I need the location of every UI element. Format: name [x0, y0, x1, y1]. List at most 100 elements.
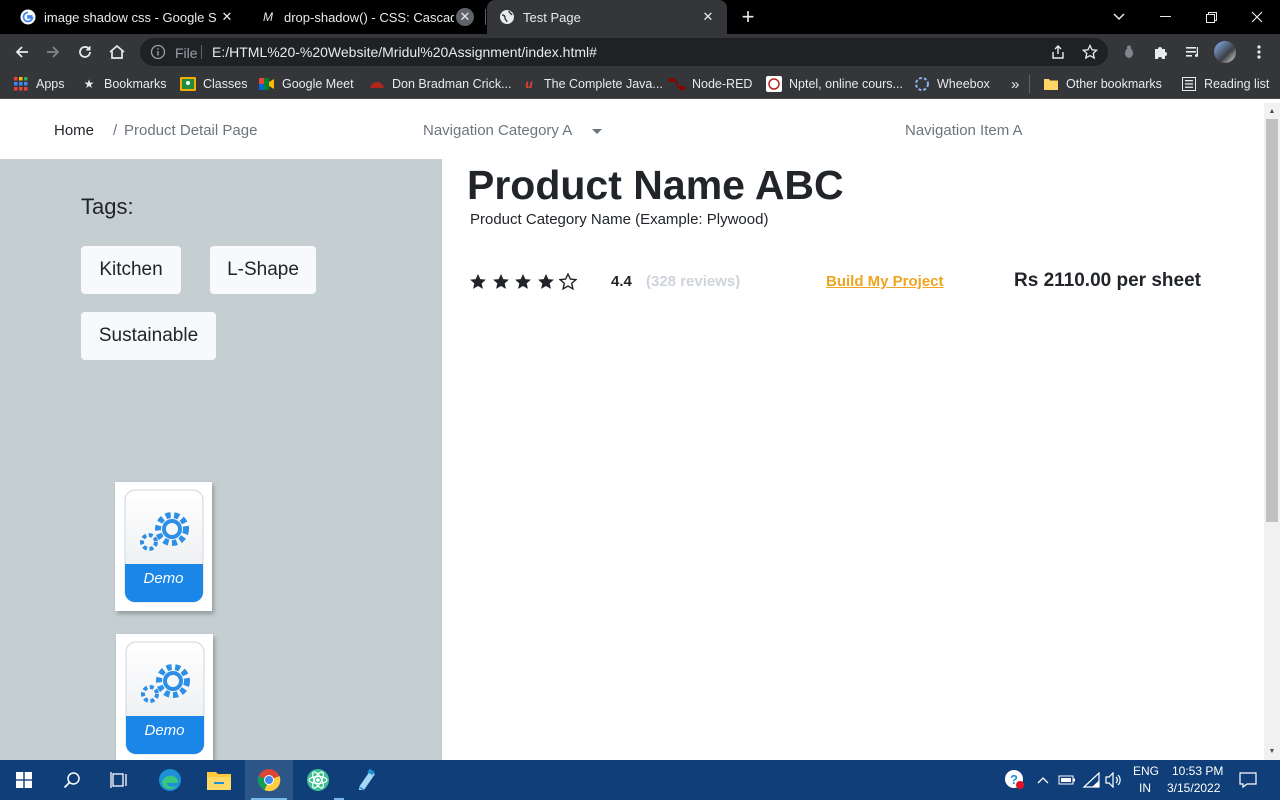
atom-icon[interactable] — [294, 760, 344, 800]
bookmark-label: Bookmarks — [104, 77, 167, 91]
input-language[interactable]: ENG — [1133, 764, 1159, 778]
nav-item-link[interactable]: Navigation Item A — [905, 122, 1023, 139]
build-my-project-link[interactable]: Build My Project — [826, 273, 944, 290]
tab-title: Test Page — [523, 9, 581, 25]
clock-time[interactable]: 10:53 PM — [1172, 764, 1223, 778]
tag-kitchen[interactable]: Kitchen — [81, 246, 181, 294]
file-explorer-icon[interactable] — [195, 760, 243, 800]
folder-icon — [1043, 76, 1059, 92]
udemy-icon: u — [525, 77, 533, 91]
bookmark-complete-java[interactable]: u The Complete Java... — [521, 75, 662, 93]
scroll-up-icon[interactable]: ▲ — [1266, 105, 1278, 117]
tab-test-page[interactable]: Test Page ✕ — [487, 0, 727, 34]
notification-center-icon[interactable] — [1238, 770, 1258, 790]
bookmark-label: Other bookmarks — [1066, 77, 1162, 91]
tags-heading: Tags: — [81, 194, 134, 219]
caret-down-icon[interactable] — [592, 129, 602, 134]
bookmark-label: Nptel, online cours... — [789, 77, 903, 91]
star-bookmark-icon[interactable] — [1082, 44, 1098, 60]
tag-l-shape[interactable]: L-Shape — [210, 246, 316, 294]
tab-search-chevron-icon[interactable] — [1096, 0, 1142, 34]
bookmark-don-bradman[interactable]: Don Bradman Crick... — [369, 75, 511, 93]
close-icon[interactable]: ✕ — [699, 8, 717, 26]
close-icon[interactable]: ✕ — [218, 8, 236, 26]
other-bookmarks-folder[interactable]: Other bookmarks — [1043, 75, 1162, 93]
notepad-icon[interactable] — [343, 760, 391, 800]
bookmark-label: Node-RED — [692, 77, 753, 91]
extension-puzzle-dim-icon[interactable] — [1120, 43, 1138, 61]
extensions-puzzle-icon[interactable] — [1152, 43, 1170, 61]
star-filled-icon — [512, 271, 535, 291]
kebab-menu-icon[interactable] — [1250, 43, 1268, 61]
address-bar[interactable]: File E:/HTML%20-%20Website/Mridul%20Assi… — [140, 38, 1108, 66]
arrow-right-icon — [47, 46, 60, 58]
bookmark-google-meet[interactable]: Google Meet — [259, 75, 354, 93]
bookmark-label: Apps — [36, 77, 65, 91]
forward-button[interactable] — [40, 39, 66, 65]
star-icon: ★ — [83, 77, 95, 91]
help-icon[interactable]: ? — [1004, 770, 1026, 790]
rating-value: 4.4 — [611, 273, 632, 290]
product-sidebar: Tags: Kitchen L-Shape Sustainable Demo D… — [0, 159, 442, 760]
reload-button[interactable] — [72, 39, 98, 65]
bookmarks-divider — [1029, 75, 1030, 93]
breadcrumb-home-link[interactable]: Home — [54, 122, 94, 139]
reload-icon — [79, 46, 91, 58]
bookmarks-overflow-chevron-icon[interactable]: » — [1011, 75, 1019, 93]
demo-image[interactable]: Demo — [115, 482, 212, 611]
input-region[interactable]: IN — [1139, 781, 1151, 795]
info-icon[interactable] — [150, 44, 166, 60]
bookmark-apps[interactable]: Apps — [13, 75, 65, 93]
restore-button[interactable] — [1188, 0, 1234, 34]
star-filled-icon — [490, 271, 513, 291]
url-text[interactable]: E:/HTML%20-%20Website/Mridul%20Assignmen… — [212, 44, 597, 60]
product-name: Product Name ABC — [467, 162, 844, 208]
nav-category-dropdown[interactable]: Navigation Category A — [423, 122, 572, 139]
volume-icon[interactable] — [1104, 770, 1124, 790]
reading-list-icon — [1181, 76, 1197, 92]
product-price: Rs 2110.00 per sheet — [1014, 270, 1201, 291]
page-viewport: Home / Product Detail Page Navigation Ca… — [0, 103, 1264, 760]
home-icon — [109, 44, 125, 59]
bookmark-label: Google Meet — [282, 77, 354, 91]
chevron-up-icon[interactable] — [1033, 770, 1053, 790]
clock-date[interactable]: 3/15/2022 — [1167, 781, 1220, 795]
new-tab-button[interactable]: + — [734, 0, 762, 34]
tag-sustainable[interactable]: Sustainable — [81, 312, 216, 360]
demo-image[interactable]: Demo — [116, 634, 213, 760]
browser-tab-strip: image shadow css - Google Search ✕ M dro… — [0, 0, 1280, 34]
close-icon[interactable]: ✕ — [456, 8, 474, 26]
bookmark-nptel[interactable]: Nptel, online cours... — [766, 75, 903, 93]
bookmark-classes[interactable]: Classes — [180, 75, 247, 93]
bookmark-label: Classes — [203, 77, 248, 91]
demo-label: Demo — [143, 570, 184, 587]
search-icon[interactable] — [48, 760, 96, 800]
windows-start-icon[interactable] — [0, 760, 48, 800]
share-icon[interactable] — [1050, 44, 1066, 60]
scrollbar-thumb[interactable] — [1266, 119, 1278, 522]
profile-avatar[interactable] — [1214, 41, 1236, 63]
media-controls-icon[interactable] — [1184, 43, 1202, 61]
reading-list-button[interactable]: Reading list — [1181, 75, 1269, 93]
scroll-down-icon[interactable]: ▼ — [1266, 745, 1278, 757]
google-icon — [20, 9, 36, 25]
tab-google-search[interactable]: image shadow css - Google Search ✕ — [8, 0, 246, 34]
home-button[interactable] — [104, 39, 130, 65]
battery-icon[interactable] — [1057, 770, 1077, 790]
nptel-icon — [766, 76, 782, 92]
chrome-icon[interactable] — [245, 760, 293, 800]
close-window-button[interactable] — [1234, 0, 1280, 34]
bookmark-wheebox[interactable]: Wheebox — [914, 75, 990, 93]
bookmark-node-red[interactable]: Node-RED — [669, 75, 752, 93]
task-view-icon[interactable] — [96, 760, 144, 800]
star-filled-icon — [535, 271, 558, 291]
bookmark-bookmarks[interactable]: ★ Bookmarks — [81, 75, 167, 93]
tab-mdn-drop-shadow[interactable]: M drop-shadow() - CSS: Cascading ✕ — [250, 0, 484, 34]
edge-icon[interactable] — [146, 760, 194, 800]
breadcrumb-separator: / — [113, 122, 118, 139]
demo-label: Demo — [144, 722, 185, 739]
back-button[interactable] — [9, 39, 35, 65]
classroom-icon — [180, 76, 196, 92]
minimize-button[interactable] — [1142, 0, 1188, 34]
wifi-icon[interactable] — [1081, 770, 1101, 790]
